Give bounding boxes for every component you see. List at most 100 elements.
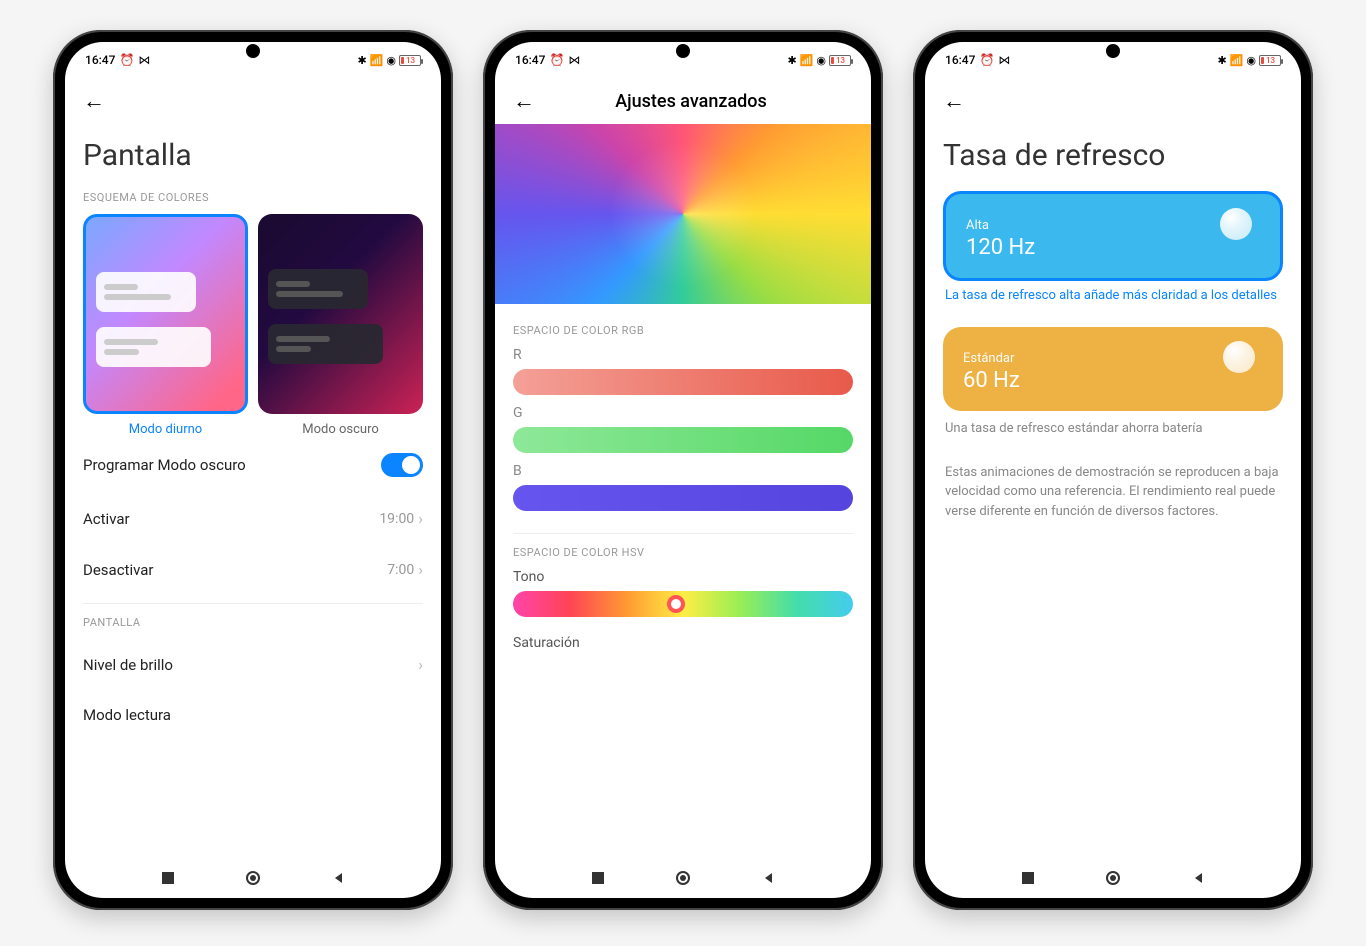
activate-row[interactable]: Activar 19:00› [83, 493, 423, 544]
nav-home-button[interactable] [1104, 869, 1122, 887]
mode-row: Modo diurno Modo oscuro [83, 214, 423, 437]
activate-value: 19:00 [379, 511, 414, 527]
cast-icon: ⋈ [998, 53, 1010, 67]
chevron-right-icon: › [418, 560, 423, 579]
reading-mode-row[interactable]: Modo lectura [83, 690, 423, 740]
nav-recent-button[interactable] [589, 869, 607, 887]
signal-icon: 📶 [800, 54, 814, 67]
activate-label: Activar [83, 510, 130, 528]
nav-bar [65, 858, 441, 898]
phone-frame-3: 16:47 ⏰ ⋈ ✱ 📶 ◉ 13 ← Tasa de refresco Al… [913, 30, 1313, 910]
b-slider[interactable] [513, 485, 853, 511]
wifi-icon: ◉ [1246, 54, 1256, 67]
wifi-icon: ◉ [386, 54, 396, 67]
rate-std-value: 60 Hz [963, 368, 1263, 393]
g-slider[interactable] [513, 427, 853, 453]
nav-recent-button[interactable] [159, 869, 177, 887]
nav-home-button[interactable] [244, 869, 262, 887]
deactivate-label: Desactivar [83, 561, 154, 579]
mode-dark-label: Modo oscuro [302, 422, 379, 437]
cast-icon: ⋈ [568, 53, 580, 67]
nav-back-button[interactable] [759, 869, 777, 887]
rate-high-card[interactable]: Alta 120 Hz [943, 191, 1283, 281]
header-title: Ajustes avanzados [553, 91, 829, 112]
bluetooth-icon: ✱ [357, 54, 366, 67]
phone-frame-2: 16:47 ⏰ ⋈ ✱ 📶 ◉ 13 ← Ajustes avanzados E… [483, 30, 883, 910]
saturation-label: Saturación [513, 635, 853, 651]
r-slider[interactable] [513, 369, 853, 395]
rate-high-label: Alta [966, 218, 1260, 233]
screen-2: 16:47 ⏰ ⋈ ✱ 📶 ◉ 13 ← Ajustes avanzados E… [495, 42, 871, 898]
chevron-right-icon: › [418, 509, 423, 528]
back-button[interactable]: ← [83, 88, 107, 114]
screen-1: 16:47 ⏰ ⋈ ✱ 📶 ◉ 13 ← Pantalla ESQUEMA DE… [65, 42, 441, 898]
nav-recent-button[interactable] [1019, 869, 1037, 887]
rate-std-label: Estándar [963, 351, 1263, 366]
b-label: B [513, 463, 853, 479]
hue-marker[interactable] [667, 595, 685, 613]
nav-back-button[interactable] [1189, 869, 1207, 887]
signal-icon: 📶 [370, 54, 384, 67]
mode-light-label: Modo diurno [129, 422, 202, 437]
status-time: 16:47 [515, 53, 545, 67]
battery-icon: 13 [399, 55, 421, 66]
cast-icon: ⋈ [138, 53, 150, 67]
rate-std-card[interactable]: Estándar 60 Hz [943, 327, 1283, 411]
camera-notch [676, 44, 690, 58]
back-button[interactable]: ← [943, 88, 967, 114]
r-label: R [513, 347, 853, 363]
section-rgb: ESPACIO DE COLOR RGB [513, 324, 853, 337]
status-time: 16:47 [85, 53, 115, 67]
nav-home-button[interactable] [674, 869, 692, 887]
g-label: G [513, 405, 853, 421]
deactivate-value: 7:00 [387, 562, 414, 578]
alarm-icon: ⏰ [549, 53, 564, 67]
hue-slider[interactable] [513, 591, 853, 617]
header: ← [65, 78, 441, 124]
header: ← [925, 78, 1301, 124]
rate-std-caption: Una tasa de refresco estándar ahorra bat… [945, 419, 1281, 439]
alarm-icon: ⏰ [119, 53, 134, 67]
divider [513, 533, 853, 534]
signal-icon: 📶 [1230, 54, 1244, 67]
reading-mode-label: Modo lectura [83, 706, 171, 724]
nav-back-button[interactable] [329, 869, 347, 887]
tone-label: Tono [513, 569, 853, 585]
section-display: PANTALLA [83, 616, 423, 629]
camera-notch [1106, 44, 1120, 58]
rate-footnote: Estas animaciones de demostración se rep… [945, 463, 1281, 522]
screen-3: 16:47 ⏰ ⋈ ✱ 📶 ◉ 13 ← Tasa de refresco Al… [925, 42, 1301, 898]
schedule-dark-row[interactable]: Programar Modo oscuro [83, 437, 423, 493]
mode-light-card[interactable]: Modo diurno [83, 214, 248, 437]
bluetooth-icon: ✱ [1217, 54, 1226, 67]
battery-icon: 13 [1259, 55, 1281, 66]
mode-dark-thumb [258, 214, 423, 414]
chevron-right-icon: › [418, 655, 423, 674]
schedule-dark-label: Programar Modo oscuro [83, 456, 246, 474]
section-color-scheme: ESQUEMA DE COLORES [83, 191, 423, 204]
section-hsv: ESPACIO DE COLOR HSV [513, 546, 853, 559]
page-title: Pantalla [83, 138, 423, 173]
status-time: 16:47 [945, 53, 975, 67]
bluetooth-icon: ✱ [787, 54, 796, 67]
deactivate-row[interactable]: Desactivar 7:00› [83, 544, 423, 595]
color-preview-image [495, 124, 871, 304]
rate-high-caption: La tasa de refresco alta añade más clari… [945, 287, 1281, 305]
mode-light-thumb [83, 214, 248, 414]
nav-bar [495, 858, 871, 898]
battery-icon: 13 [829, 55, 851, 66]
back-button[interactable]: ← [513, 88, 537, 114]
rate-high-value: 120 Hz [966, 235, 1260, 260]
divider [83, 603, 423, 604]
header: ← Ajustes avanzados [495, 78, 871, 124]
camera-notch [246, 44, 260, 58]
page-title: Tasa de refresco [943, 138, 1283, 173]
phone-frame-1: 16:47 ⏰ ⋈ ✱ 📶 ◉ 13 ← Pantalla ESQUEMA DE… [53, 30, 453, 910]
brightness-row[interactable]: Nivel de brillo › [83, 639, 423, 690]
brightness-label: Nivel de brillo [83, 656, 173, 674]
schedule-dark-toggle[interactable] [381, 453, 423, 477]
wifi-icon: ◉ [816, 54, 826, 67]
mode-dark-card[interactable]: Modo oscuro [258, 214, 423, 437]
nav-bar [925, 858, 1301, 898]
alarm-icon: ⏰ [979, 53, 994, 67]
